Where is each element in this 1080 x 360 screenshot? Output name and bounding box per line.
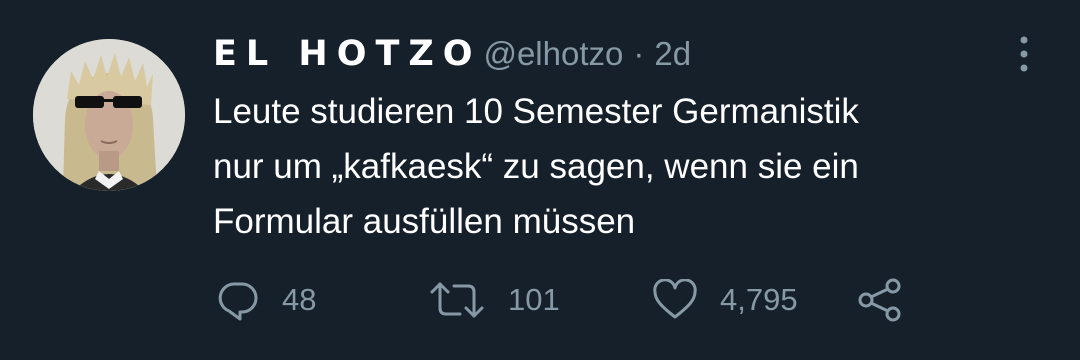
tweet-timestamp[interactable]: 2d [654, 35, 691, 73]
tweet-text-line: Leute studieren 10 Semester Germanistik [213, 92, 859, 131]
retweet-icon [430, 282, 484, 318]
tweet-text: Leute studieren 10 Semester Germanistik … [213, 84, 1053, 249]
retweet-count: 101 [508, 282, 560, 317]
display-name[interactable]: EL HOTZO [213, 34, 481, 74]
tweet-header: EL HOTZO @elhotzo · 2d [213, 26, 691, 82]
avatar[interactable] [33, 39, 185, 191]
header-separator: · [633, 35, 645, 72]
tweet-text-line: nur um „kafkaesk“ zu sagen, wenn sie ein [213, 147, 859, 186]
like-count: 4,795 [720, 282, 798, 317]
tweet-actions: 48 101 4,795 [0, 270, 1080, 330]
retweet-button[interactable]: 101 [428, 270, 560, 330]
more-vertical-icon[interactable] [1013, 34, 1035, 74]
share-button[interactable] [857, 270, 905, 330]
user-handle[interactable]: @elhotzo [483, 35, 623, 73]
heart-icon [653, 279, 697, 319]
reply-button[interactable]: 48 [216, 270, 316, 330]
reply-count: 48 [282, 282, 317, 317]
tweet-text-line: Formular ausfüllen müssen [213, 202, 636, 241]
like-button[interactable]: 4,795 [652, 270, 798, 330]
avatar-image [33, 39, 185, 191]
share-icon [858, 278, 901, 322]
tweet[interactable]: EL HOTZO @elhotzo · 2d Leute studieren 1… [0, 0, 1080, 360]
reply-icon [218, 282, 258, 321]
